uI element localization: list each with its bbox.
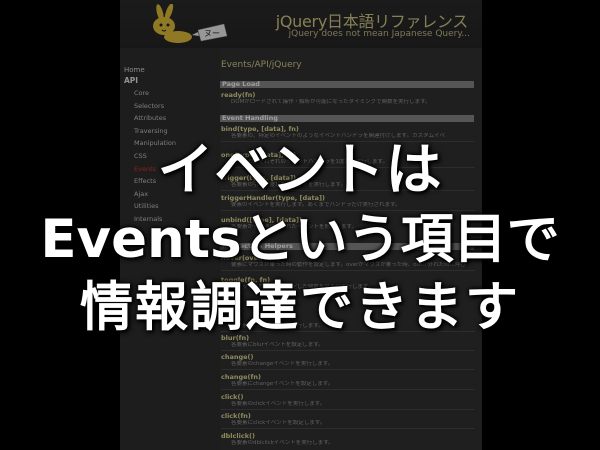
api-entry-desc: 各要素にblurイベントを設定します。 [231,342,324,348]
page-title: Events/API/jQuery [221,60,302,70]
api-entry-name[interactable]: ready(fn) [221,91,475,99]
section-header-page-load: Page Load [220,81,474,88]
api-entry-desc: 各要素にclickイベントを設定します。 [231,420,326,426]
api-entry-name[interactable]: dblclick() [221,432,475,440]
divider [221,409,475,410]
caption-line-2: Eventsという項目で [40,209,560,270]
caption-line-1: イベントは [157,138,443,203]
api-entry-desc: 各要素のchangeイベントを実行します。 [231,361,334,367]
api-entry: dblclick() 各要素のdblclickイベントを実行します。 [221,432,475,447]
caption-line-3: 情報調達できます [80,277,520,338]
section-header-event-handling: Event Handling [220,115,474,122]
api-entry: click(fn) 各要素にclickイベントを設定します。 [221,412,475,429]
nav-api-link[interactable]: API [124,76,138,85]
mascot-speech: ヌー [204,29,220,38]
api-entry-name[interactable]: change() [221,353,475,361]
api-entry: change(fn) 各要素にchangeイベントを設定します。 [221,373,475,390]
api-entry-name[interactable]: change(fn) [221,373,475,381]
nav-home-link[interactable]: Home [124,66,145,74]
api-entry: click() 各要素のclickイベントを実行します。 [221,393,475,410]
nav-item-core[interactable]: Core [134,87,176,100]
api-entry: ready(fn) DOMがロードされて操作・解析が可能になったタイミングで関数… [221,91,475,106]
nav-item-attributes[interactable]: Attributes [134,112,176,125]
site-subtitle: jQuery does not mean Japanese Query... [288,29,470,39]
api-entry: change() 各要素のchangeイベントを実行します。 [221,353,475,370]
api-entry-name[interactable]: click(fn) [221,412,475,420]
site-header: ヌー jQuery日本語リファレンス jQuery does not mean … [120,0,482,49]
api-entry-desc: 各要素にchangeイベントを設定します。 [231,381,334,387]
divider [221,389,475,390]
api-entry-name[interactable]: click() [221,393,475,401]
api-entry-desc: 各要素のdblclickイベントを実行します。 [231,440,334,446]
api-entry-desc: DOMがロードされて操作・解析が可能になったタイミングで関数を実行します。 [231,99,431,105]
nav-item-selectors[interactable]: Selectors [134,100,176,113]
rabbit-mascot-icon: ヌー [153,4,228,43]
divider [221,369,475,370]
divider [221,428,475,429]
divider [221,350,475,351]
api-entry-desc: 各要素のclickイベントを実行します。 [231,401,326,407]
